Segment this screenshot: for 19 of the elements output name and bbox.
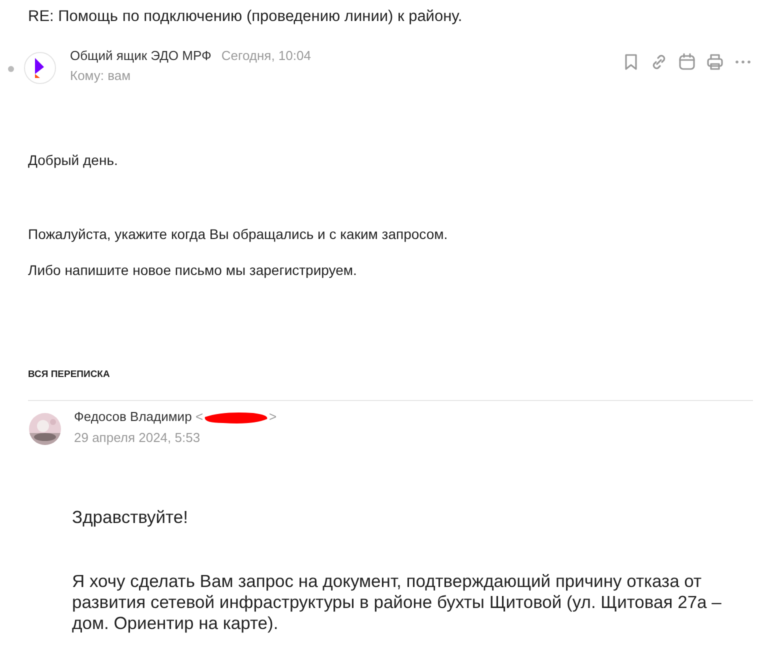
email-bracket: > bbox=[269, 409, 277, 424]
message-paragraph: Пожалуйста, укажите когда Вы обращались и с каким запросом. bbox=[28, 226, 449, 242]
calendar-icon[interactable] bbox=[677, 52, 697, 72]
sender-name[interactable]: Общий ящик ЭДО МРФ bbox=[70, 48, 212, 63]
email-subject: RE: Помощь по подключению (проведению линии) к району. bbox=[28, 8, 464, 26]
print-icon[interactable] bbox=[705, 52, 725, 72]
message-paragraph: Здравствуйте! bbox=[72, 507, 189, 528]
recipient-line: Кому: вам bbox=[70, 68, 132, 83]
message-paragraph: Я хочу сделать Вам запрос на документ, подтверждающий причину отказа от развития сетевой инфраструктуры в районе бухты Щитовой (ул. Щитовая 27а – дом. Ориентир на карте). bbox=[72, 571, 722, 634]
redaction-mark bbox=[203, 410, 270, 425]
sender-name[interactable]: Федосов Владимир bbox=[74, 409, 192, 424]
dot-icon bbox=[8, 66, 14, 72]
message-date: 29 апреля 2024, 5:53 bbox=[74, 430, 202, 445]
message-time: Сегодня, 10:04 bbox=[221, 48, 311, 63]
logo-icon bbox=[24, 52, 56, 84]
message-paragraph: Либо напишите новое письмо мы зарегистрируем. bbox=[28, 262, 358, 278]
email-bracket: < bbox=[195, 409, 204, 424]
message-paragraph: Добрый день. bbox=[28, 152, 119, 168]
thread-heading: ВСЯ ПЕРЕПИСКА bbox=[28, 369, 111, 380]
